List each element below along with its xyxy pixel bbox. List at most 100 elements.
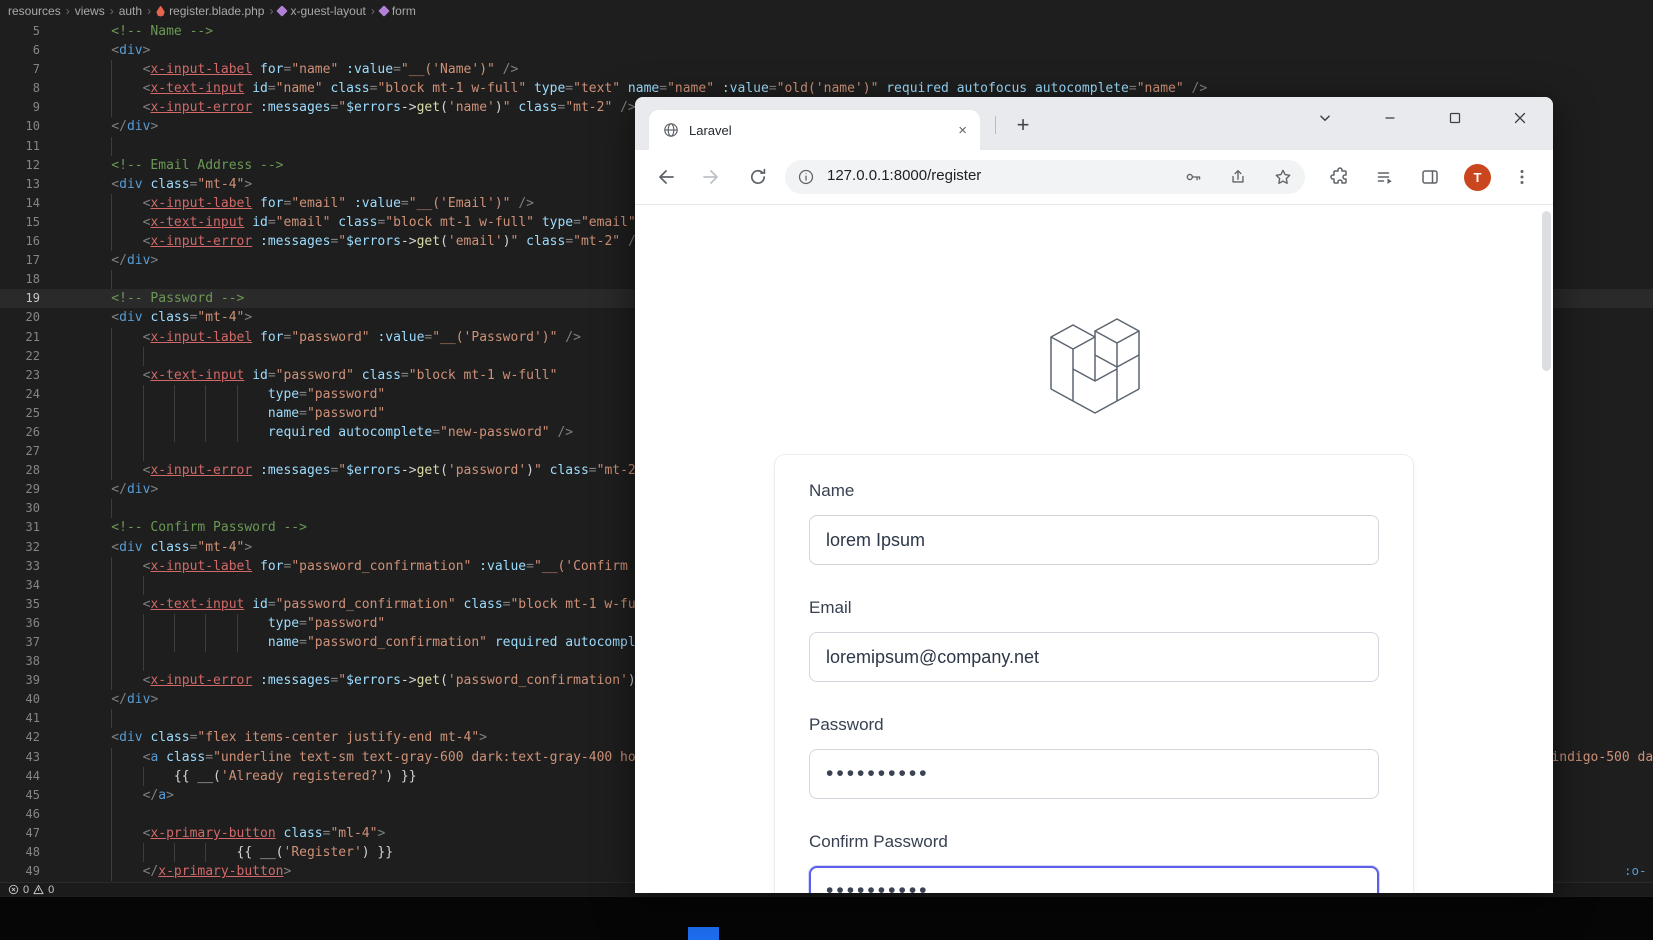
tab-close-icon[interactable]: ×: [953, 122, 972, 139]
code-text: <!-- Confirm Password -->: [111, 520, 307, 536]
code-text: type="password": [267, 386, 386, 402]
form-field: Password ••••••••••: [809, 715, 1379, 799]
extensions-puzzle-icon[interactable]: [1330, 167, 1350, 187]
indent-guide: [142, 575, 144, 595]
line-number: 8: [32, 81, 40, 96]
code-text: </div>: [111, 119, 159, 135]
line-number: 22: [25, 348, 40, 363]
code-text: {{ __('Register') }}: [236, 845, 394, 861]
error-count[interactable]: 0: [23, 884, 29, 896]
line-number: 21: [25, 329, 40, 344]
breadcrumb-item[interactable]: views: [75, 4, 105, 18]
reload-icon[interactable]: [748, 167, 768, 187]
globe-icon: [663, 122, 679, 138]
line-number: 39: [25, 673, 40, 688]
breadcrumb-item[interactable]: resources: [8, 4, 61, 18]
form-field: Confirm Password ••••••••••: [809, 832, 1379, 893]
code-text: required autocomplete="new-password" />: [267, 424, 574, 440]
breadcrumb-label: views: [74, 4, 105, 18]
code-text: <div class="mt-4">: [111, 539, 253, 555]
indent-guide: [111, 499, 113, 519]
breadcrumb-item[interactable]: form: [378, 4, 416, 18]
indent-guide: [111, 346, 113, 366]
code-line[interactable]: 8 <x-text-input id="name" class="block mt…: [0, 79, 1653, 99]
indent-guide: [111, 136, 113, 156]
tab-divider: [995, 116, 996, 134]
code-line[interactable]: 5 <!-- Name -->: [0, 22, 1653, 41]
line-number: 47: [25, 825, 40, 840]
line-number: 16: [25, 234, 40, 249]
password-input[interactable]: ••••••••••: [809, 749, 1379, 799]
email-input[interactable]: loremipsum@company.net: [809, 632, 1379, 682]
back-icon[interactable]: [655, 167, 675, 187]
line-number: 28: [25, 463, 40, 478]
menu-dots-icon[interactable]: [1512, 167, 1532, 187]
tab-strip: Laravel × +: [635, 97, 1553, 150]
browser-toolbar: 127.0.0.1:8000/register T: [635, 150, 1553, 205]
line-number: 46: [25, 806, 40, 821]
code-text: <x-input-label for="email" :value="__('E…: [142, 195, 534, 211]
code-line[interactable]: 6 <div>: [0, 41, 1653, 60]
code-text: <div class="mt-4">: [111, 310, 253, 326]
close-button[interactable]: [1505, 103, 1535, 133]
line-number: 13: [25, 176, 40, 191]
screen: resources › views › auth › register.blade.php ›…: [0, 0, 1653, 940]
line-number: 10: [25, 119, 40, 134]
profile-avatar[interactable]: T: [1464, 164, 1491, 191]
url-text[interactable]: 127.0.0.1:8000/register: [827, 167, 981, 184]
line-number: 38: [25, 654, 40, 669]
form-field: Email loremipsum@company.net: [809, 598, 1379, 682]
forward-icon[interactable]: [702, 167, 722, 187]
name-input[interactable]: lorem Ipsum: [809, 515, 1379, 565]
breadcrumb-item[interactable]: auth: [119, 4, 142, 18]
window-chevron-icon[interactable]: [1310, 103, 1340, 133]
code-text: <div>: [111, 43, 151, 59]
media-queue-icon[interactable]: [1375, 167, 1395, 187]
code-text: <div class="mt-4">: [111, 176, 253, 192]
code-text: <x-input-label for="name" :value="__('Na…: [142, 62, 519, 78]
tab-title: Laravel: [689, 122, 732, 138]
line-number: 31: [25, 520, 40, 535]
bookmark-star-icon[interactable]: [1274, 168, 1292, 186]
address-bar[interactable]: 127.0.0.1:8000/register: [785, 160, 1305, 194]
code-text: <x-input-error :messages="$errors->get('…: [142, 463, 667, 479]
code-text: <x-primary-button class="ml-4">: [142, 825, 386, 841]
line-number: 40: [25, 692, 40, 707]
code-text: </div>: [111, 253, 159, 269]
page-scrollbar[interactable]: [1542, 211, 1551, 371]
line-number: 42: [25, 730, 40, 745]
line-number: 19: [25, 291, 40, 306]
code-text: </a>: [142, 787, 174, 803]
taskbar: [0, 897, 1653, 940]
form-field: Name lorem Ipsum: [809, 481, 1379, 565]
confirm-password-input[interactable]: ••••••••••: [809, 866, 1379, 893]
symbol-icon: [378, 5, 390, 17]
line-number: 5: [32, 24, 40, 38]
line-number: 27: [25, 444, 40, 459]
line-number: 41: [25, 711, 40, 726]
code-text: </div>: [111, 482, 159, 498]
line-number: 44: [25, 768, 40, 783]
breadcrumb-separator: ›: [109, 4, 114, 18]
browser-tab[interactable]: Laravel ×: [649, 110, 980, 150]
breadcrumb-separator: ›: [269, 4, 274, 18]
minimize-button[interactable]: [1375, 103, 1405, 133]
taskbar-highlight: [688, 927, 719, 940]
line-number: 45: [25, 787, 40, 802]
breadcrumb-item[interactable]: x-guest-layout: [276, 4, 366, 18]
line-number: 23: [25, 367, 40, 382]
warning-count[interactable]: 0: [48, 884, 54, 896]
code-text: </x-primary-button>: [142, 864, 292, 880]
key-icon[interactable]: [1184, 168, 1202, 186]
indent-guide: [142, 652, 144, 672]
code-text: <!-- Name -->: [111, 24, 214, 39]
code-text: name="password": [267, 405, 386, 421]
maximize-button[interactable]: [1440, 103, 1470, 133]
share-icon[interactable]: [1229, 168, 1247, 186]
side-panel-icon[interactable]: [1420, 167, 1440, 187]
info-icon[interactable]: [797, 168, 815, 186]
new-tab-button[interactable]: +: [1007, 109, 1039, 141]
code-line[interactable]: 7 <x-input-label for="name" :value="__('N…: [0, 60, 1653, 80]
page-content: Name lorem Ipsum Email loremipsum@company.n…: [635, 205, 1553, 893]
breadcrumb-item[interactable]: register.blade.php: [156, 4, 264, 18]
